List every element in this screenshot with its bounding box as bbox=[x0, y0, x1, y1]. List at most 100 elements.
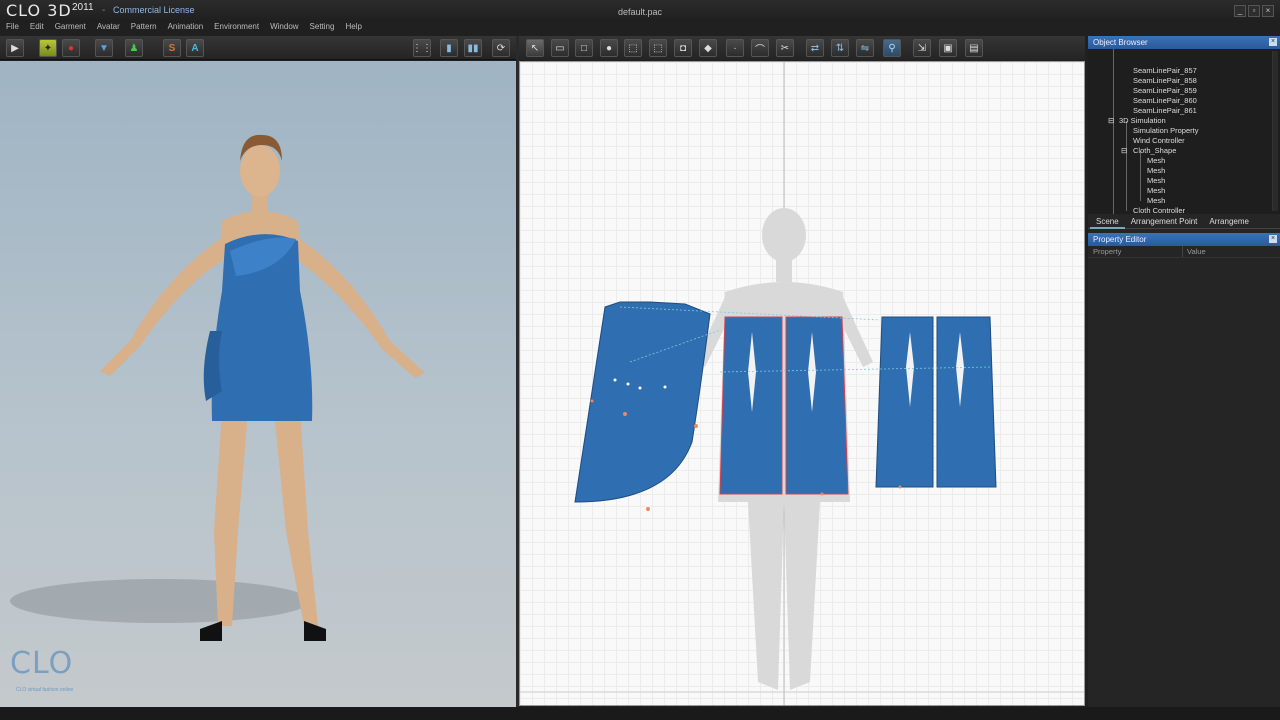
dart-tool[interactable]: ◆ bbox=[699, 39, 717, 57]
internal-circle-tool[interactable]: ◘ bbox=[674, 39, 692, 57]
property-column-header[interactable]: Property bbox=[1088, 246, 1183, 257]
texture-a-button[interactable]: A bbox=[186, 39, 204, 57]
close-button[interactable]: × bbox=[1262, 5, 1274, 17]
app-logo: CLO 3D bbox=[6, 1, 72, 20]
menu-animation[interactable]: Animation bbox=[168, 20, 204, 34]
tree-expand-icon[interactable]: ⊟ bbox=[1108, 116, 1114, 125]
pattern-window-2d[interactable] bbox=[519, 61, 1085, 706]
frame-icon: ▣ bbox=[943, 42, 953, 54]
cut-tool[interactable]: ✂ bbox=[776, 39, 794, 57]
arrow-icon: ↖ bbox=[530, 42, 540, 54]
edit-pattern-tool[interactable]: ▭ bbox=[551, 39, 569, 57]
tree-item[interactable]: Mesh bbox=[1147, 186, 1165, 195]
window-controls: _ ▫ × bbox=[1234, 5, 1274, 17]
tree-item[interactable]: SeamLinePair_860 bbox=[1133, 96, 1197, 105]
select-move-tool[interactable]: ↖ bbox=[526, 39, 544, 57]
shirt-back-icon: ▮▮ bbox=[467, 42, 479, 54]
arrange-grid-button[interactable]: ⋮⋮ bbox=[412, 39, 432, 57]
tree-guide bbox=[1126, 121, 1127, 211]
tree-item[interactable]: SeamLinePair_858 bbox=[1133, 76, 1197, 85]
tree-item-3d-simulation[interactable]: 3D Simulation bbox=[1119, 116, 1166, 125]
toolbar-3d: ▶ ✦ ● ▼ ♟ S A ⋮⋮ ▮ ▮▮ ⟳ bbox=[0, 36, 516, 60]
tree-item[interactable]: Mesh bbox=[1147, 156, 1165, 165]
tree-item[interactable]: SeamLinePair_861 bbox=[1133, 106, 1197, 115]
a-letter-icon: A bbox=[191, 42, 199, 54]
cursor-icon: ✦ bbox=[43, 42, 53, 54]
rectangle-tool[interactable]: □ bbox=[575, 39, 593, 57]
value-column-header[interactable]: Value bbox=[1183, 246, 1206, 257]
tack-tool[interactable]: ⇲ bbox=[913, 39, 931, 57]
tree-item[interactable]: SeamLinePair_857 bbox=[1133, 66, 1197, 75]
menu-garment[interactable]: Garment bbox=[55, 20, 86, 34]
minimize-button[interactable]: _ bbox=[1234, 5, 1246, 17]
clo-watermark-logo: CLO bbox=[10, 646, 74, 681]
polygon-tool[interactable]: ⬚ bbox=[624, 39, 642, 57]
menu-setting[interactable]: Setting bbox=[310, 20, 335, 34]
avatar-button[interactable]: ♟ bbox=[125, 39, 143, 57]
menu-help[interactable]: Help bbox=[345, 20, 361, 34]
tree-expand-icon[interactable]: ⊟ bbox=[1121, 146, 1127, 155]
menu-environment[interactable]: Environment bbox=[214, 20, 259, 34]
record-icon: ● bbox=[67, 42, 75, 54]
s-letter-icon: S bbox=[168, 42, 176, 54]
menu-edit[interactable]: Edit bbox=[30, 20, 44, 34]
internal-rect-tool[interactable]: ⬚ bbox=[649, 39, 667, 57]
back-view-button[interactable]: ▮▮ bbox=[464, 39, 482, 57]
add-point-tool[interactable]: · bbox=[726, 39, 744, 57]
app-window: CLO 3D 2011 - Commercial License default… bbox=[0, 0, 1280, 720]
tree-scrollbar[interactable] bbox=[1272, 51, 1278, 211]
tab-arrangement[interactable]: Arrangeme bbox=[1203, 214, 1255, 229]
tack-icon: ⇲ bbox=[917, 42, 927, 54]
curve-point-tool[interactable]: ⌒ bbox=[751, 39, 769, 57]
texture-s-button[interactable]: S bbox=[163, 39, 181, 57]
record-button[interactable]: ● bbox=[62, 39, 80, 57]
object-browser-title: Object Browser bbox=[1093, 38, 1148, 47]
grid-icon: ⋮⋮ bbox=[412, 42, 432, 54]
segment-tool[interactable]: ⇋ bbox=[856, 39, 874, 57]
menu-avatar[interactable]: Avatar bbox=[97, 20, 120, 34]
play-simulation-button[interactable]: ▶ bbox=[6, 39, 24, 57]
tree-item-cloth-shape[interactable]: Cloth_Shape bbox=[1133, 146, 1176, 155]
tree-item[interactable]: Mesh bbox=[1147, 196, 1165, 205]
property-editor-close-button[interactable]: × bbox=[1269, 235, 1277, 243]
internal-rect-icon: ⬚ bbox=[653, 42, 663, 54]
tree-item[interactable]: Wind Controller bbox=[1133, 136, 1185, 145]
tree-guide bbox=[1113, 49, 1114, 214]
grid-view-tool[interactable]: ▤ bbox=[965, 39, 983, 57]
texture-tool[interactable]: ▣ bbox=[939, 39, 957, 57]
avatar-shadow bbox=[10, 579, 310, 623]
fold-tool[interactable]: ⇅ bbox=[831, 39, 849, 57]
avatar-scene bbox=[10, 134, 425, 641]
menu-bar: File Edit Garment Avatar Pattern Animati… bbox=[0, 20, 1280, 34]
tab-scene[interactable]: Scene bbox=[1090, 214, 1125, 229]
object-browser-tabs: Scene Arrangement Point Arrangeme bbox=[1088, 214, 1280, 229]
circle-tool[interactable]: ● bbox=[600, 39, 618, 57]
tree-item[interactable]: Mesh bbox=[1147, 166, 1165, 175]
seam-tool[interactable]: ⇄ bbox=[806, 39, 824, 57]
tree-item[interactable]: Simulation Property bbox=[1133, 126, 1198, 135]
menu-file[interactable]: File bbox=[6, 20, 19, 34]
cut-icon: ✂ bbox=[780, 42, 790, 54]
front-view-button[interactable]: ▮ bbox=[440, 39, 458, 57]
menu-pattern[interactable]: Pattern bbox=[131, 20, 157, 34]
reset-view-button[interactable]: ⟳ bbox=[492, 39, 510, 57]
viewport-3d[interactable]: CLO CLO virtual fashion online bbox=[0, 61, 516, 707]
tree-item[interactable]: SeamLinePair_859 bbox=[1133, 86, 1197, 95]
property-columns: Property Value bbox=[1088, 246, 1280, 258]
object-browser-close-button[interactable]: × bbox=[1269, 38, 1277, 46]
tab-arrangement-point[interactable]: Arrangement Point bbox=[1125, 214, 1204, 229]
tree-item[interactable]: Mesh bbox=[1147, 176, 1165, 185]
app-year: 2011 bbox=[72, 2, 94, 13]
right-panel: Object Browser × SeamLinePair_857 SeamLi… bbox=[1088, 36, 1280, 707]
rectangle-icon: □ bbox=[580, 42, 588, 54]
tree-item[interactable]: Cloth Controller bbox=[1133, 206, 1185, 214]
pattern-piece-drape bbox=[574, 301, 711, 503]
restore-button[interactable]: ▫ bbox=[1248, 5, 1260, 17]
menu-window[interactable]: Window bbox=[270, 20, 298, 34]
shirt-icon: ▼ bbox=[99, 42, 109, 54]
check-seam-tool[interactable]: ⚲ bbox=[883, 39, 901, 57]
avatar-figure bbox=[100, 134, 425, 641]
pattern-piece-back-right bbox=[936, 316, 997, 488]
select-tool-button[interactable]: ✦ bbox=[39, 39, 57, 57]
garment-button[interactable]: ▼ bbox=[95, 39, 113, 57]
